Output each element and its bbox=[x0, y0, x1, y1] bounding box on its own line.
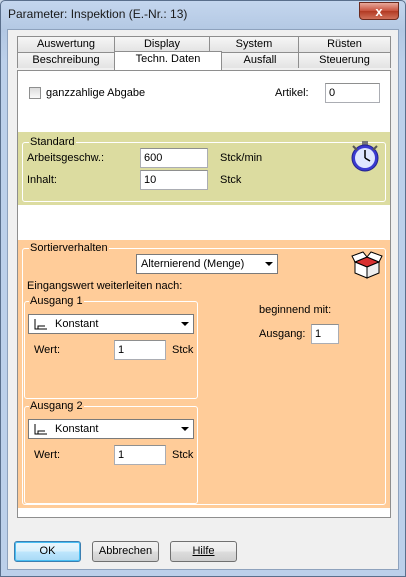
tab-display[interactable]: Display bbox=[114, 36, 210, 52]
tab-ruesten[interactable]: Rüsten bbox=[298, 36, 391, 52]
arbeitsgeschw-unit: Stck/min bbox=[220, 152, 263, 164]
ausgang2-group: Ausgang 2 Konstant Wert: 1 Stck bbox=[24, 400, 198, 504]
abbrechen-button-label: Abbrechen bbox=[98, 545, 153, 557]
ausgang1-wert-unit: Stck bbox=[172, 344, 194, 356]
artikel-label: Artikel: bbox=[275, 87, 309, 99]
chevron-down-icon bbox=[265, 262, 273, 266]
ausgang2-title: Ausgang 2 bbox=[29, 400, 84, 412]
ausgang2-wert-label: Wert: bbox=[34, 449, 61, 461]
hilfe-button[interactable]: Hilfe bbox=[170, 541, 237, 562]
title-bar[interactable]: Parameter: Inspektion (E.-Nr.: 13) x bbox=[1, 1, 405, 27]
tab-beschreibung[interactable]: Beschreibung bbox=[17, 52, 115, 68]
sortier-mode-dropdown[interactable]: Alternierend (Menge) bbox=[136, 254, 278, 274]
inhalt-label: Inhalt: bbox=[27, 174, 57, 186]
chevron-down-icon bbox=[181, 322, 189, 326]
chevron-down-icon bbox=[181, 427, 189, 431]
box-icon bbox=[351, 251, 383, 279]
ausgang2-wert-input[interactable]: 1 bbox=[114, 445, 166, 465]
sortier-mode-value: Alternierend (Menge) bbox=[141, 258, 245, 270]
artikel-input[interactable]: 0 bbox=[325, 83, 380, 103]
weiterleiten-label: Eingangswert weiterleiten nach: bbox=[27, 280, 183, 292]
arbeitsgeschw-input[interactable]: 600 bbox=[140, 148, 208, 168]
ausgang1-distribution-dropdown[interactable]: Konstant bbox=[28, 314, 194, 334]
ausgang2-distribution-dropdown[interactable]: Konstant bbox=[28, 419, 194, 439]
hilfe-button-label: Hilfe bbox=[192, 545, 215, 557]
arbeitsgeschw-label: Arbeitsgeschw.: bbox=[27, 152, 105, 164]
ausgang1-title: Ausgang 1 bbox=[29, 295, 84, 307]
ausgang-label: Ausgang: bbox=[259, 328, 306, 340]
close-button[interactable]: x bbox=[359, 2, 399, 20]
tab-steuerung[interactable]: Steuerung bbox=[298, 52, 391, 68]
abbrechen-button[interactable]: Abbrechen bbox=[92, 541, 159, 562]
window-title: Parameter: Inspektion (E.-Nr.: 13) bbox=[8, 7, 188, 21]
ok-button-label: OK bbox=[39, 545, 56, 557]
ganzzahlige-abgabe-checkbox[interactable] bbox=[29, 87, 41, 99]
inhalt-unit: Stck bbox=[220, 174, 242, 186]
ausgang1-group: Ausgang 1 Konstant Wert: 1 Stck bbox=[24, 295, 198, 399]
stopwatch-icon bbox=[351, 141, 379, 172]
distribution-constant-icon bbox=[34, 424, 47, 435]
ausgang2-distribution-value: Konstant bbox=[55, 423, 99, 435]
sortier-title: Sortierverhalten bbox=[29, 242, 109, 254]
ganzzahlige-abgabe-label: ganzzahlige Abgabe bbox=[46, 87, 146, 99]
ausgang1-wert-label: Wert: bbox=[34, 344, 61, 356]
dialog-window: Parameter: Inspektion (E.-Nr.: 13) x Aus… bbox=[0, 0, 406, 577]
beginnend-label: beginnend mit: bbox=[259, 304, 332, 316]
tab-panel: ganzzahlige Abgabe Artikel: 0 Standard A… bbox=[17, 70, 391, 518]
standard-section: Standard Arbeitsgeschw.: 600 Stck/min In… bbox=[18, 132, 390, 205]
distribution-constant-icon bbox=[34, 319, 47, 330]
tab-ausfall[interactable]: Ausfall bbox=[221, 52, 299, 68]
standard-title: Standard bbox=[29, 136, 76, 148]
ok-button[interactable]: OK bbox=[14, 541, 81, 562]
tab-techn-daten[interactable]: Techn. Daten bbox=[114, 51, 222, 70]
inhalt-input[interactable]: 10 bbox=[140, 170, 208, 190]
ausgang1-distribution-value: Konstant bbox=[55, 318, 99, 330]
ausgang2-wert-unit: Stck bbox=[172, 449, 194, 461]
tab-system[interactable]: System bbox=[209, 36, 299, 52]
tab-auswertung[interactable]: Auswertung bbox=[17, 36, 115, 52]
ausgang-start-input[interactable]: 1 bbox=[311, 324, 339, 344]
ausgang1-wert-input[interactable]: 1 bbox=[114, 340, 166, 360]
sortier-section: Sortierverhalten Alternierend (Menge) Ei… bbox=[18, 240, 390, 508]
dialog-client: Auswertung Display System Rüsten Beschre… bbox=[7, 29, 399, 570]
